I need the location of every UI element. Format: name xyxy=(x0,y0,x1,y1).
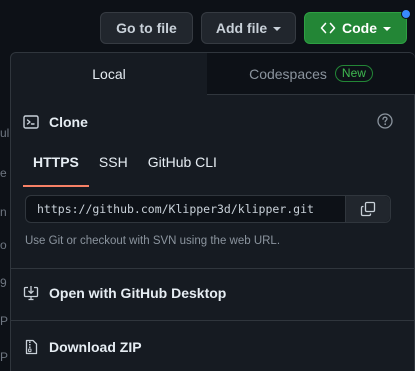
code-label: Code xyxy=(342,20,377,36)
code-brackets-icon xyxy=(320,22,336,34)
tab-local-label: Local xyxy=(92,66,126,82)
clone-hint: Use Git or checkout with SVN using the w… xyxy=(25,235,281,247)
tab-local[interactable]: Local xyxy=(11,53,208,95)
new-badge: New xyxy=(334,65,373,82)
chevron-down-icon xyxy=(383,27,391,31)
question-circle-icon[interactable] xyxy=(377,113,393,129)
clone-url[interactable]: https://github.com/Klipper3d/klipper.git xyxy=(26,202,345,216)
code-button[interactable]: Code xyxy=(304,12,407,44)
desktop-download-icon xyxy=(23,286,39,301)
file-zip-icon xyxy=(25,339,38,355)
add-file-label: Add file xyxy=(215,20,268,36)
tab-ssh[interactable]: SSH xyxy=(89,151,138,187)
go-to-file-label: Go to file xyxy=(116,20,177,36)
copy-icon xyxy=(360,201,376,217)
code-dropdown-panel: Local Codespaces New Clone HTTPS SSH Git… xyxy=(10,52,415,371)
background-text: o xyxy=(0,238,7,252)
go-to-file-button[interactable]: Go to file xyxy=(100,12,193,44)
open-github-desktop-button[interactable]: Open with GitHub Desktop xyxy=(23,282,226,304)
background-text: ul xyxy=(0,126,10,140)
tab-codespaces-label: Codespaces xyxy=(249,65,327,82)
notification-dot xyxy=(401,9,411,19)
open-github-desktop-label: Open with GitHub Desktop xyxy=(49,285,227,301)
chevron-down-icon xyxy=(273,27,282,31)
divider xyxy=(11,320,414,321)
panel-tabs: Local Codespaces New xyxy=(11,53,415,95)
tab-codespaces[interactable]: Codespaces New xyxy=(207,53,415,95)
copy-url-button[interactable] xyxy=(345,196,390,222)
clone-title: Clone xyxy=(49,114,88,130)
clone-url-field[interactable]: https://github.com/Klipper3d/klipper.git xyxy=(25,195,391,223)
terminal-icon xyxy=(23,115,39,129)
page: ul e n o 9 P P Go to file Add file Code … xyxy=(0,0,415,371)
download-zip-button[interactable]: Download ZIP xyxy=(23,336,142,358)
background-text: P xyxy=(0,314,9,328)
clone-header: Clone xyxy=(23,111,393,133)
background-text: P xyxy=(0,350,9,364)
divider xyxy=(11,268,414,269)
background-text: e xyxy=(0,166,7,180)
background-text: n xyxy=(0,205,7,219)
background-text: 9 xyxy=(0,276,7,290)
tab-github-cli[interactable]: GitHub CLI xyxy=(138,151,227,187)
add-file-button[interactable]: Add file xyxy=(201,12,296,44)
protocol-tabs: HTTPS SSH GitHub CLI xyxy=(23,151,227,187)
download-zip-label: Download ZIP xyxy=(49,339,142,355)
tab-https[interactable]: HTTPS xyxy=(23,151,89,187)
